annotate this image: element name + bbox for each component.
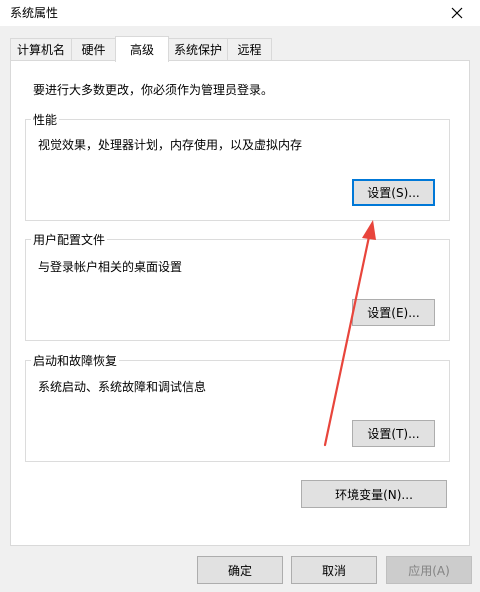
- environment-variables-label: 环境变量(N)...: [335, 487, 413, 502]
- startup-recovery-settings-label: 设置(T)...: [367, 427, 420, 441]
- apply-label: 应用(A): [408, 563, 450, 578]
- tab-label: 计算机名: [16, 43, 65, 57]
- performance-settings-button[interactable]: 设置(S)...: [352, 179, 435, 206]
- tab-system-protection[interactable]: 系统保护: [168, 38, 228, 60]
- tab-label: 硬件: [81, 43, 106, 57]
- tab-advanced[interactable]: 高级: [115, 36, 169, 62]
- admin-notice: 要进行大多数更改，你必须作为管理员登录。: [33, 83, 274, 97]
- apply-button[interactable]: 应用(A): [386, 556, 472, 584]
- user-profiles-description: 与登录帐户相关的桌面设置: [38, 260, 183, 274]
- user-profiles-settings-label: 设置(E)...: [367, 306, 420, 320]
- window-title: 系统属性: [10, 6, 59, 20]
- performance-group-title: 性能: [31, 111, 60, 128]
- close-icon: [451, 7, 463, 19]
- startup-recovery-description: 系统启动、系统故障和调试信息: [38, 380, 207, 394]
- tab-label: 远程: [237, 43, 262, 57]
- cancel-button[interactable]: 取消: [291, 556, 377, 584]
- cancel-label: 取消: [321, 563, 346, 578]
- performance-description: 视觉效果，处理器计划，内存使用，以及虚拟内存: [38, 138, 303, 152]
- user-profiles-group-title: 用户配置文件: [31, 231, 108, 248]
- close-button[interactable]: [434, 0, 480, 26]
- user-profiles-settings-button[interactable]: 设置(E)...: [352, 299, 435, 326]
- title-bar: 系统属性: [0, 0, 480, 26]
- environment-variables-button[interactable]: 环境变量(N)...: [301, 480, 447, 508]
- tab-hardware[interactable]: 硬件: [71, 38, 116, 60]
- tab-remote[interactable]: 远程: [227, 38, 272, 60]
- ok-button[interactable]: 确定: [197, 556, 283, 584]
- performance-settings-label: 设置(S)...: [367, 186, 420, 200]
- tab-label: 系统保护: [173, 43, 222, 57]
- tab-label: 高级: [129, 43, 154, 57]
- ok-label: 确定: [227, 563, 252, 578]
- startup-recovery-group-title: 启动和故障恢复: [31, 352, 120, 369]
- startup-recovery-settings-button[interactable]: 设置(T)...: [352, 420, 435, 447]
- tab-computer-name[interactable]: 计算机名: [10, 38, 72, 60]
